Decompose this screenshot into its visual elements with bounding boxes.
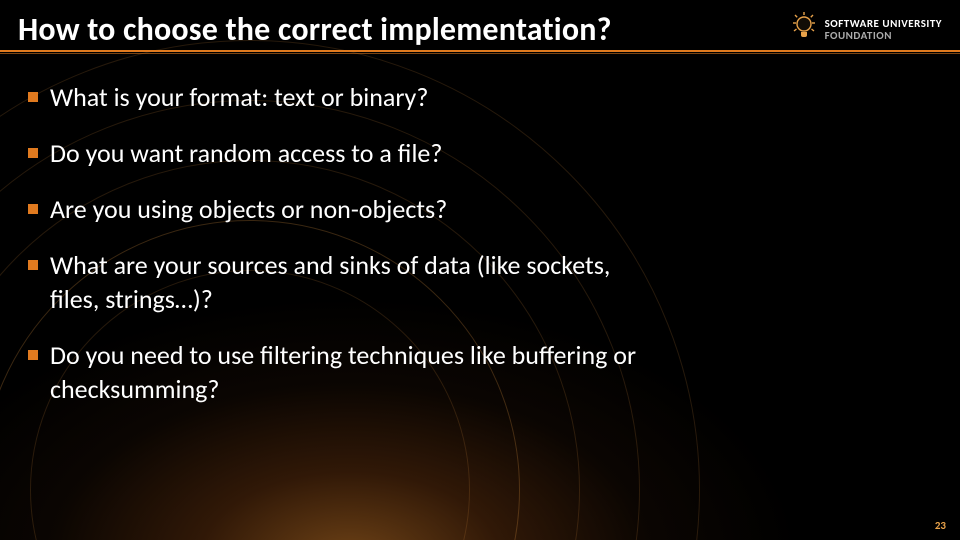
list-item: What are your sources and sinks of data … [28,248,648,316]
bullet-list: What is your format: text or binary? Do … [28,80,920,406]
slide-title: How to choose the correct implementation… [18,6,612,49]
lightbulb-icon [789,10,819,49]
list-item: Do you want random access to a file? [28,136,648,170]
slide: How to choose the correct implementation… [0,0,960,540]
brand-line2: FOUNDATION [825,30,942,42]
page-number: 23 [935,519,946,532]
brand-text: SOFTWARE UNIVERSITY FOUNDATION [825,18,942,42]
list-item: Do you need to use filtering techniques … [28,338,648,406]
header-divider [0,50,960,56]
content-area: What is your format: text or binary? Do … [28,80,920,428]
list-item: What is your format: text or binary? [28,80,648,114]
brand-logo: SOFTWARE UNIVERSITY FOUNDATION [789,6,942,49]
list-item: Are you using objects or non-objects? [28,192,648,226]
brand-line1: SOFTWARE UNIVERSITY [825,18,942,30]
